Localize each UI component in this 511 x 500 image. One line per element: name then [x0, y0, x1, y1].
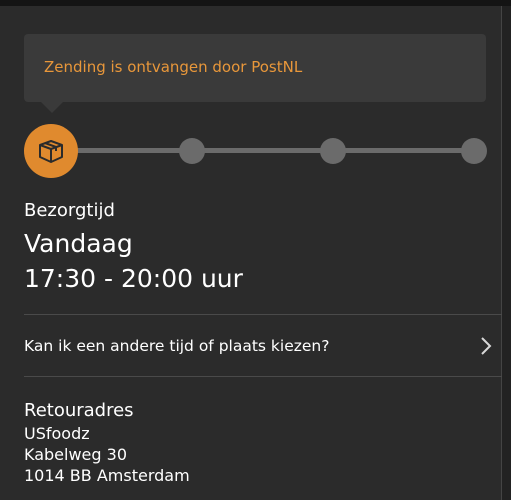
change-time-or-place-link[interactable]: Kan ik een andere tijd of plaats kiezen? — [24, 316, 494, 376]
progress-step-4 — [461, 138, 487, 164]
divider — [24, 314, 502, 315]
divider — [24, 376, 502, 377]
delivery-day: Vandaag — [24, 229, 133, 258]
progress-step-received — [24, 124, 78, 178]
return-address-name: USfoodz — [24, 424, 90, 443]
progress-track — [50, 148, 476, 153]
delivery-time-window: 17:30 - 20:00 uur — [24, 264, 243, 293]
chevron-right-icon — [478, 336, 494, 356]
package-icon — [39, 140, 63, 163]
progress-step-2 — [179, 138, 205, 164]
return-address-label: Retouradres — [24, 400, 134, 421]
progress-step-3 — [320, 138, 346, 164]
top-bar — [0, 0, 511, 6]
return-address-city: 1014 BB Amsterdam — [24, 466, 190, 485]
delivery-time-label: Bezorgtijd — [24, 200, 115, 221]
status-message: Zending is ontvangen door PostNL — [44, 58, 303, 76]
status-message-pointer — [40, 101, 64, 113]
scroll-gutter — [502, 6, 511, 500]
return-address-street: Kabelweg 30 — [24, 445, 127, 464]
status-message-box: Zending is ontvangen door PostNL — [24, 34, 486, 102]
change-time-or-place-label: Kan ik een andere tijd of plaats kiezen? — [24, 337, 330, 355]
